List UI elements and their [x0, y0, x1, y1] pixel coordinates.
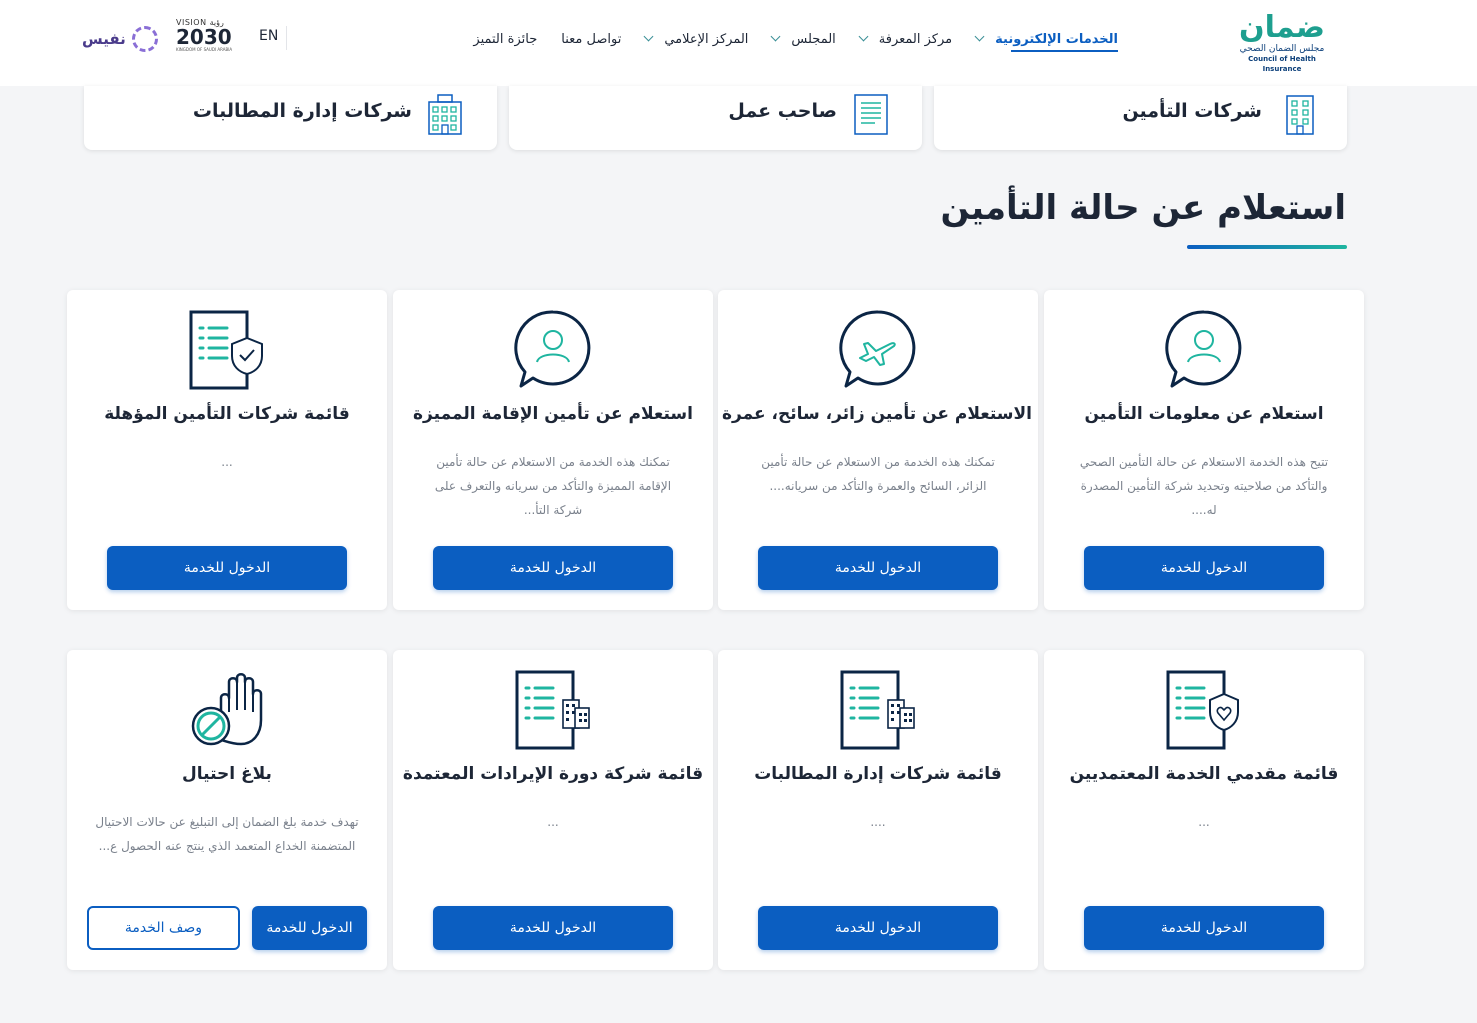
service-description-button[interactable]: وصف الخدمة — [87, 906, 240, 950]
section-title: استعلام عن حالة التأمين — [940, 188, 1346, 228]
service-card-fraud-report: بلاغ احتيال تهدف خدمة بلغ الضمان إلى الت… — [67, 650, 387, 970]
document-heart-shield-icon — [1166, 670, 1239, 750]
chevron-down-icon — [643, 31, 654, 42]
enter-service-button[interactable]: الدخول للخدمة — [433, 546, 673, 590]
nav-item-media-center[interactable]: المركز الإعلامي — [633, 0, 760, 78]
enter-service-button[interactable]: الدخول للخدمة — [433, 906, 673, 950]
site-header: ضمان مجلس الضمان الصحي Council of Health… — [0, 0, 1477, 86]
nav-item-council[interactable]: المجلس — [760, 0, 847, 78]
enter-service-button[interactable]: الدخول للخدمة — [107, 546, 347, 590]
document-building-icon — [840, 670, 915, 750]
document-shield-icon — [189, 310, 263, 390]
nafis-ring-icon — [131, 26, 158, 52]
enter-service-button[interactable]: الدخول للخدمة — [1084, 546, 1324, 590]
service-card-claims-companies: قائمة شركات إدارة المطالبات .... الدخول … — [718, 650, 1038, 970]
audience-card-employer[interactable]: صاحب عمل — [509, 86, 922, 150]
dhaman-logo[interactable]: ضمان مجلس الضمان الصحي Council of Health… — [1228, 12, 1336, 74]
nafis-logo: نفيس — [82, 24, 164, 54]
service-card-qualified-insurers: قائمة شركات التأمين المؤهلة ... الدخول ل… — [67, 290, 387, 610]
nav-item-knowledge-center[interactable]: مركز المعرفة — [848, 0, 964, 78]
nav-item-excellence-award[interactable]: جائزة التميز — [461, 0, 549, 78]
enter-service-button[interactable]: الدخول للخدمة — [252, 906, 367, 950]
chevron-down-icon — [974, 31, 985, 42]
active-nav-underline — [1011, 50, 1118, 52]
building-icon — [1286, 95, 1314, 135]
audience-card-insurance-companies[interactable]: شركات التأمين — [934, 86, 1347, 150]
main-nav: الخدمات الإلكترونية مركز المعرفة المجلس … — [460, 0, 1130, 78]
nav-item-e-services[interactable]: الخدمات الإلكترونية — [964, 0, 1130, 78]
vision-2030-logo: VISION رؤية 2030 KINGDOM OF SAUDI ARABIA — [176, 18, 233, 52]
service-card-premium-residency: استعلام عن تأمين الإقامة المميزة تمكنك ه… — [393, 290, 713, 610]
audience-card-claims-management[interactable]: شركات إدارة المطالبات — [84, 86, 497, 150]
service-card-insurance-info: استعلام عن معلومات التأمين تتيح هذه الخد… — [1044, 290, 1364, 610]
chevron-down-icon — [858, 31, 869, 42]
section-title-underline — [1187, 245, 1347, 249]
document-icon — [854, 94, 888, 135]
office-building-icon — [428, 94, 462, 135]
service-card-visitor-insurance: الاستعلام عن تأمين زائر، سائح، عمرة تمكن… — [718, 290, 1038, 610]
service-card-accredited-providers: قائمة مقدمي الخدمة المعتمديين ... الدخول… — [1044, 650, 1364, 970]
nav-item-contact-us[interactable]: تواصل معنا — [549, 0, 633, 78]
divider — [286, 26, 287, 50]
enter-service-button[interactable]: الدخول للخدمة — [758, 546, 998, 590]
stop-hand-icon — [191, 673, 263, 746]
enter-service-button[interactable]: الدخول للخدمة — [758, 906, 998, 950]
user-chat-icon — [514, 310, 591, 388]
service-card-revenue-cycle: قائمة شركة دورة الإيرادات المعتمدة ... ا… — [393, 650, 713, 970]
enter-service-button[interactable]: الدخول للخدمة — [1084, 906, 1324, 950]
user-chat-icon — [1165, 310, 1242, 388]
document-building-icon — [515, 670, 590, 750]
airplane-chat-icon — [839, 310, 916, 388]
chevron-down-icon — [770, 31, 781, 42]
language-toggle[interactable]: EN — [259, 28, 278, 44]
